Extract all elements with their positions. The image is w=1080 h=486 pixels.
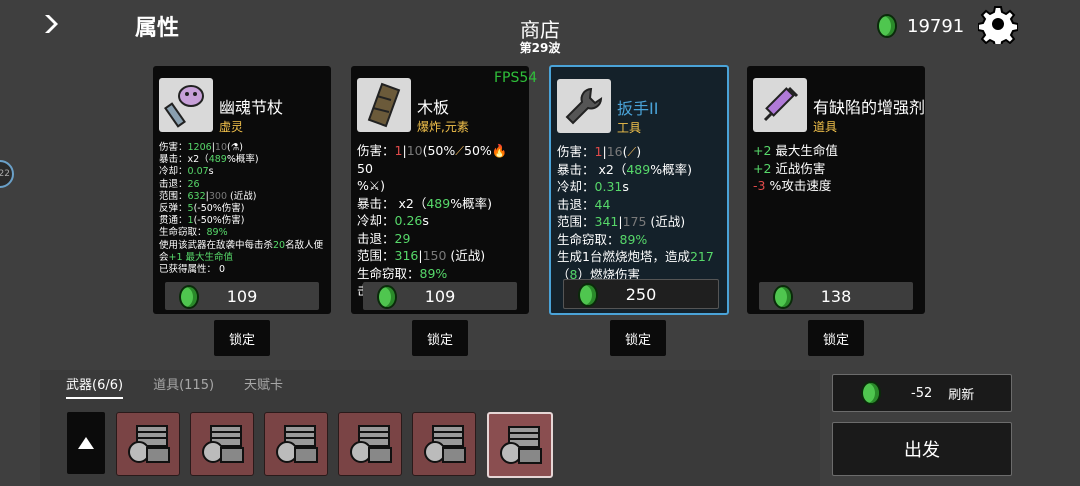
minigun-icon (128, 425, 170, 463)
price-value: 250 (625, 284, 657, 304)
minigun-icon (424, 425, 466, 463)
inventory-tabs: 武器(6/6) 道具(115) 天赋卡 (66, 374, 283, 399)
lock-button-2[interactable]: 锁定 (412, 320, 468, 356)
lock-button-4[interactable]: 锁定 (808, 320, 864, 356)
stat-line: 暴击：x2（489%概率) (159, 154, 259, 166)
tab-weapons[interactable]: 武器(6/6) (66, 374, 124, 399)
side-indicator[interactable]: 22 (0, 160, 14, 188)
stat-line: 击退：44 (557, 196, 611, 212)
lock-button-1[interactable]: 锁定 (214, 320, 270, 356)
triangle-up-icon (78, 437, 94, 449)
stat-line: 冷却：0.31s (557, 179, 629, 194)
collapse-up-button[interactable] (67, 412, 105, 474)
item-tag: 爆炸,元素 (417, 120, 469, 134)
stat-line: 范围：341|175 (近战) (557, 214, 686, 229)
material-coin-icon (773, 285, 793, 309)
tab-talent-cards[interactable]: 天赋卡 (244, 374, 283, 399)
buy-button[interactable]: 250 (563, 279, 719, 309)
stat-line: 范围：632|300 (近战) (159, 190, 257, 202)
minigun-icon (500, 426, 542, 464)
stat-line: 已获得属性： 0 (159, 264, 226, 276)
stat-line: +2 最大生命值 (753, 143, 838, 158)
refresh-cost: -52 (911, 385, 933, 401)
ghost-scepter-icon (159, 78, 213, 132)
item-stats: +2 最大生命值 +2 近战伤害 -3 %攻击速度 (753, 142, 919, 195)
lock-button-3[interactable]: 锁定 (610, 320, 666, 356)
material-coin-icon (877, 14, 897, 38)
price-value: 109 (424, 286, 456, 306)
shop-card-2[interactable]: 木板 爆炸,元素 伤害：1|10(50%⟋50%🔥50 %⚔) 暴击： x2（489… (351, 66, 529, 314)
money-value: 19791 (907, 15, 965, 37)
weapon-slot[interactable] (487, 412, 553, 478)
item-tag: 工具 (617, 121, 642, 135)
shop-card-3[interactable]: 扳手II 工具 伤害：1|16(⟋) 暴击： x2（489%概率) 冷却：0.31s… (549, 65, 729, 315)
item-name: 有缺陷的增强剂 (813, 98, 926, 117)
buy-button[interactable]: 138 (759, 282, 913, 310)
stat-line: 冷却：0.07s (159, 166, 214, 178)
buy-button[interactable]: 109 (165, 282, 319, 310)
stat-line: 冷却：0.26s (357, 213, 429, 228)
stat-line: 反弹：5(-50%伤害) (159, 203, 245, 215)
item-name: 扳手II (617, 99, 659, 118)
money-display: 19791 (877, 14, 964, 38)
fps-counter: FPS54 (494, 70, 538, 86)
stat-line: 贯通：1(-50%伤害) (159, 215, 245, 227)
stat-line: 生命窃取：89% (557, 231, 648, 247)
stat-line: 暴击： x2（489%概率) (557, 161, 692, 177)
stat-line: 暴击： x2（489%概率) (357, 195, 492, 211)
shop-card-1[interactable]: 幽魂节杖 虚灵 伤害：1206|10(⚗) 暴击：x2（489%概率) 冷却：0.0… (153, 66, 331, 314)
stat-line: 击退：29 (357, 230, 411, 246)
stat-line: 使用该武器在敌袭中每击杀20名敌人便 (159, 239, 324, 251)
item-tag: 道具 (813, 120, 838, 134)
weapon-slot[interactable] (116, 412, 180, 476)
material-coin-icon (377, 285, 397, 309)
syringe-icon (753, 78, 807, 132)
refresh-button[interactable]: -52 刷新 (832, 374, 1012, 412)
item-stats: 伤害：1206|10(⚗) 暴击：x2（489%概率) 冷却：0.07s 击退：26 范… (159, 142, 325, 276)
buy-button[interactable]: 109 (363, 282, 517, 310)
stat-line: 伤害：1|16(⟋) (557, 144, 642, 159)
stat-line: 击退：26 (159, 178, 200, 190)
stat-line: 伤害：1206|10(⚗) (159, 142, 243, 153)
stat-line: %⚔) (357, 178, 385, 193)
item-stats: 伤害：1|16(⟋) 暴击： x2（489%概率) 冷却：0.31s 击退：44 范围：… (557, 143, 721, 283)
stat-line: -3 %攻击速度 (753, 178, 832, 193)
minigun-icon (350, 425, 392, 463)
item-stats: 伤害：1|10(50%⟋50%🔥50 %⚔) 暴击： x2（489%概率) 冷却：0.… (357, 142, 523, 300)
material-coin-icon (861, 381, 881, 405)
stat-line: 生命窃取：89% (357, 265, 448, 281)
price-value: 138 (820, 286, 852, 306)
weapon-slot[interactable] (190, 412, 254, 476)
item-name: 幽魂节杖 (219, 98, 284, 117)
stat-line: +2 近战伤害 (753, 160, 826, 176)
stat-line: 生成1台燃烧炮塔，造成217 (557, 249, 714, 264)
wrench-icon (557, 79, 611, 133)
item-tag: 虚灵 (219, 120, 244, 134)
tab-items[interactable]: 道具(115) (153, 374, 214, 399)
material-coin-icon (179, 285, 199, 309)
price-value: 109 (226, 286, 258, 306)
stat-line: 范围：316|150 (近战) (357, 248, 486, 263)
refresh-label: 刷新 (948, 387, 975, 403)
item-name: 木板 (417, 98, 450, 117)
stat-line: 伤害：1|10(50%⟋50%🔥50 (357, 143, 508, 176)
wooden-plank-icon (357, 78, 411, 132)
minigun-icon (202, 425, 244, 463)
wave-counter: 第29波 (519, 41, 561, 55)
depart-button[interactable]: 出发 (832, 422, 1012, 476)
shop-card-4[interactable]: 有缺陷的增强剂 道具 +2 最大生命值 +2 近战伤害 -3 %攻击速度 138 (747, 66, 925, 314)
weapon-slot[interactable] (412, 412, 476, 476)
minigun-icon (276, 425, 318, 463)
gear-icon[interactable] (978, 4, 1018, 44)
weapon-slot[interactable] (338, 412, 402, 476)
weapon-slot[interactable] (264, 412, 328, 476)
stat-line: 会+1 最大生命值 (159, 251, 234, 263)
stat-line: 生命窃取：89% (159, 227, 228, 239)
material-coin-icon (578, 283, 598, 307)
